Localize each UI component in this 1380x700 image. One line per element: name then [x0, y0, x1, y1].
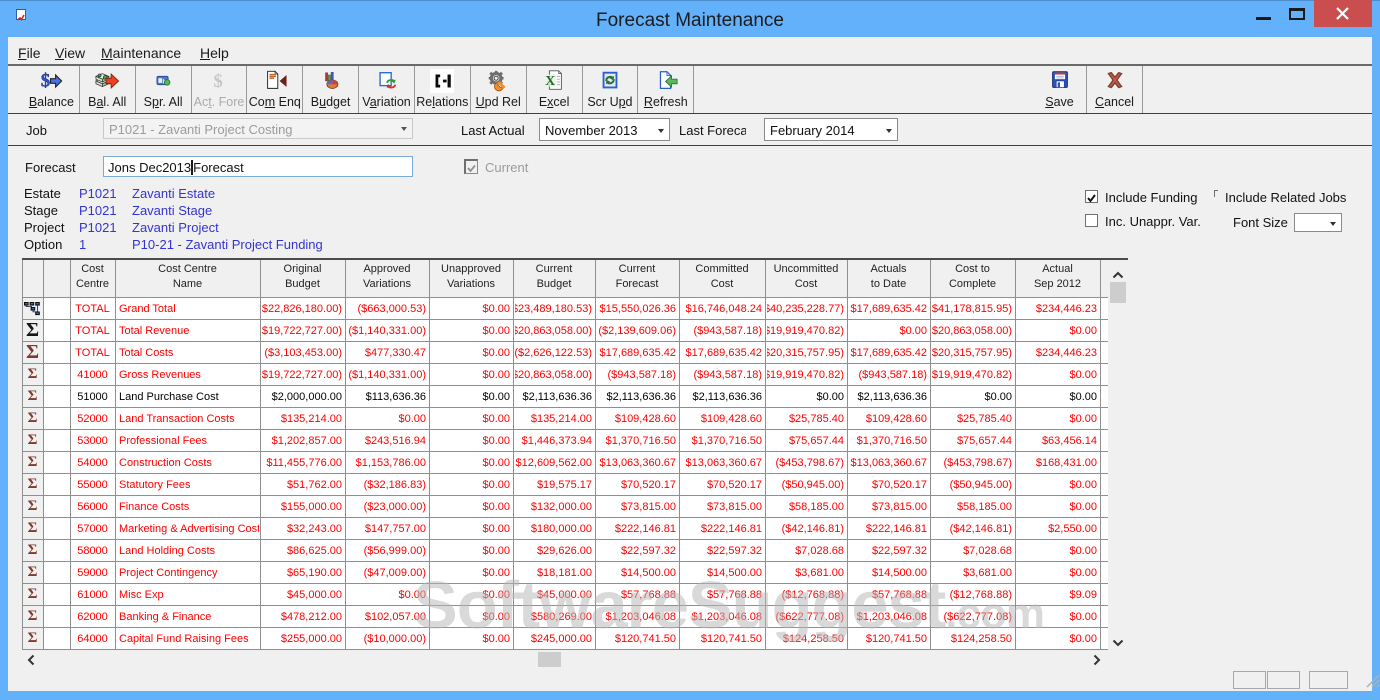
svg-text:$: $ — [41, 71, 50, 91]
svg-text:$: $ — [213, 71, 222, 91]
svg-text:X: X — [545, 73, 555, 88]
